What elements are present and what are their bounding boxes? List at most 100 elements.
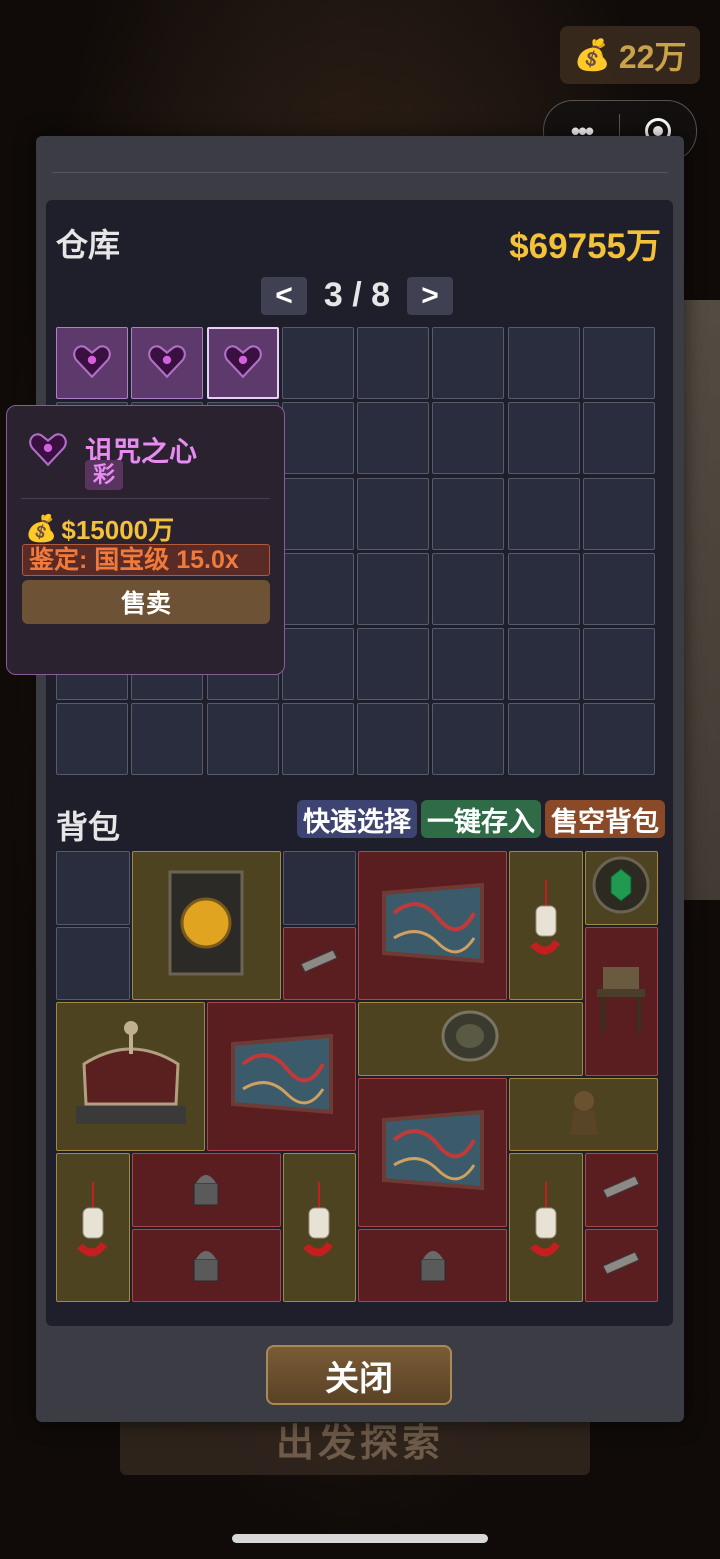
bag-item-seal[interactable] (131, 1153, 281, 1227)
quick-select-button[interactable]: 快速选择 (297, 800, 417, 838)
warehouse-slot-cursed-heart[interactable] (56, 327, 128, 399)
jade-pendant-icon (299, 1180, 339, 1275)
crown-icon (66, 1014, 196, 1139)
warehouse-slot-empty[interactable] (507, 552, 580, 625)
bag-item-jade-pendant[interactable] (56, 1153, 130, 1302)
jade-pendant-icon (526, 1180, 566, 1275)
storage-panel: 仓库 $69755万 < 3 / 8 > 背包 快速选择 一键存入 售空背包 (46, 200, 673, 1326)
bag-actions: 快速选择 一键存入 售空背包 (297, 800, 665, 838)
bag-item-jade-pendant[interactable] (509, 851, 583, 1000)
warehouse-slot-empty[interactable] (357, 703, 430, 776)
bag-item-dragon-panel[interactable] (207, 1002, 356, 1151)
bag-title: 背包 (56, 809, 121, 845)
next-page-button[interactable]: > (407, 276, 453, 315)
bag-item-scroll[interactable] (584, 1228, 658, 1302)
warehouse-slot-empty[interactable] (583, 477, 656, 550)
sell-all-button[interactable]: 售空背包 (545, 800, 665, 838)
bag-item-scroll[interactable] (584, 1153, 658, 1227)
cursed-heart-icon (71, 340, 113, 387)
bag-item-jade-pendant[interactable] (509, 1153, 583, 1302)
home-indicator[interactable] (232, 1534, 488, 1543)
warehouse-slot-empty[interactable] (583, 552, 656, 625)
storage-modal: 仓库 $69755万 < 3 / 8 > 背包 快速选择 一键存入 售空背包 关… (36, 136, 684, 1422)
warehouse-slot-cursed-heart[interactable] (206, 327, 279, 399)
warehouse-slot-empty[interactable] (583, 703, 656, 776)
warehouse-slot-cursed-heart[interactable] (131, 327, 204, 399)
warehouse-slot-empty[interactable] (357, 327, 430, 399)
tooltip-divider (21, 498, 270, 499)
deposit-all-button[interactable]: 一键存入 (421, 800, 541, 838)
warehouse-slot-empty[interactable] (357, 628, 430, 701)
warehouse-money: $69755万 (509, 227, 661, 266)
bag-item-bronze-stand[interactable] (584, 926, 658, 1076)
bag-item-seal[interactable] (131, 1228, 281, 1302)
warehouse-slot-empty[interactable] (507, 327, 580, 399)
rarity-badge: 彩 (85, 460, 123, 490)
page-indicator: 3 / 8 (323, 276, 391, 314)
seal-icon (186, 1165, 226, 1214)
item-tooltip: 诅咒之心 彩 💰 $15000万 鉴定: 国宝级 15.0x 售卖 (6, 405, 285, 675)
bag-item-scroll[interactable] (282, 926, 356, 1000)
sell-button[interactable]: 售卖 (22, 580, 270, 624)
close-button[interactable]: 关闭 (266, 1345, 452, 1405)
warehouse-slot-empty[interactable] (583, 327, 656, 399)
warehouse-slot-empty[interactable] (432, 402, 505, 475)
prev-page-button[interactable]: < (261, 276, 307, 315)
warehouse-slot-empty[interactable] (281, 628, 354, 701)
warehouse-slot-empty[interactable] (281, 552, 354, 625)
dragon-panel-icon (378, 882, 488, 968)
bronze-figure-icon (562, 1087, 606, 1142)
player-money: 💰 22万 (560, 26, 700, 84)
bag-item-seal[interactable] (358, 1228, 507, 1302)
seal-icon (186, 1241, 226, 1290)
appraisal-badge: 鉴定: 国宝级 15.0x (22, 544, 270, 576)
warehouse-slot-empty[interactable] (131, 703, 204, 776)
turtle-disc-icon (440, 1009, 500, 1068)
scroll-icon (599, 1248, 643, 1283)
bag-slot-empty[interactable] (56, 851, 130, 925)
bag-slot-empty[interactable] (56, 926, 130, 1000)
scroll-icon (599, 1172, 643, 1207)
item-price: 💰 $15000万 (25, 510, 174, 547)
warehouse-slot-empty[interactable] (583, 628, 656, 701)
bag-item-dragon-panel[interactable] (358, 1077, 507, 1227)
warehouse-slot-empty[interactable] (432, 703, 505, 776)
bag-item-jade-pendant[interactable] (282, 1153, 356, 1302)
dragon-panel-icon (227, 1033, 337, 1119)
warehouse-slot-empty[interactable] (583, 402, 656, 475)
warehouse-slot-empty[interactable] (281, 703, 354, 776)
warehouse-slot-empty[interactable] (357, 552, 430, 625)
money-bag-icon: 💰 (25, 513, 58, 543)
money-bag-icon: 💰 (573, 38, 611, 72)
warehouse-slot-empty[interactable] (432, 477, 505, 550)
dragon-panel-icon (378, 1109, 488, 1195)
amber-box-icon (166, 868, 246, 983)
bag-item-emerald-medal[interactable] (584, 851, 658, 925)
warehouse-slot-empty[interactable] (281, 327, 354, 399)
warehouse-slot-empty[interactable] (281, 402, 354, 475)
warehouse-slot-empty[interactable] (432, 327, 505, 399)
bag-item-bronze-figure[interactable] (509, 1077, 658, 1151)
warehouse-slot-empty[interactable] (357, 477, 430, 550)
warehouse-slot-empty[interactable] (432, 552, 505, 625)
warehouse-slot-empty[interactable] (507, 628, 580, 701)
warehouse-slot-empty[interactable] (56, 703, 128, 776)
warehouse-title: 仓库 (56, 227, 121, 263)
bag-item-amber-box[interactable] (131, 851, 281, 1000)
warehouse-slot-empty[interactable] (507, 402, 580, 475)
bag-grid (56, 851, 664, 1306)
bag-item-turtle-disc[interactable] (358, 1002, 583, 1076)
warehouse-slot-empty[interactable] (357, 402, 430, 475)
warehouse-slot-empty[interactable] (507, 703, 580, 776)
scroll-icon (297, 946, 341, 981)
warehouse-slot-empty[interactable] (281, 477, 354, 550)
bronze-stand-icon (591, 959, 651, 1044)
bag-slot-empty[interactable] (282, 851, 356, 925)
warehouse-slot-empty[interactable] (432, 628, 505, 701)
player-money-value: 22万 (618, 39, 687, 75)
cursed-heart-icon (27, 428, 69, 475)
bag-item-crown[interactable] (56, 1002, 205, 1151)
bag-item-dragon-panel[interactable] (358, 851, 507, 1000)
warehouse-slot-empty[interactable] (507, 477, 580, 550)
warehouse-slot-empty[interactable] (206, 703, 279, 776)
